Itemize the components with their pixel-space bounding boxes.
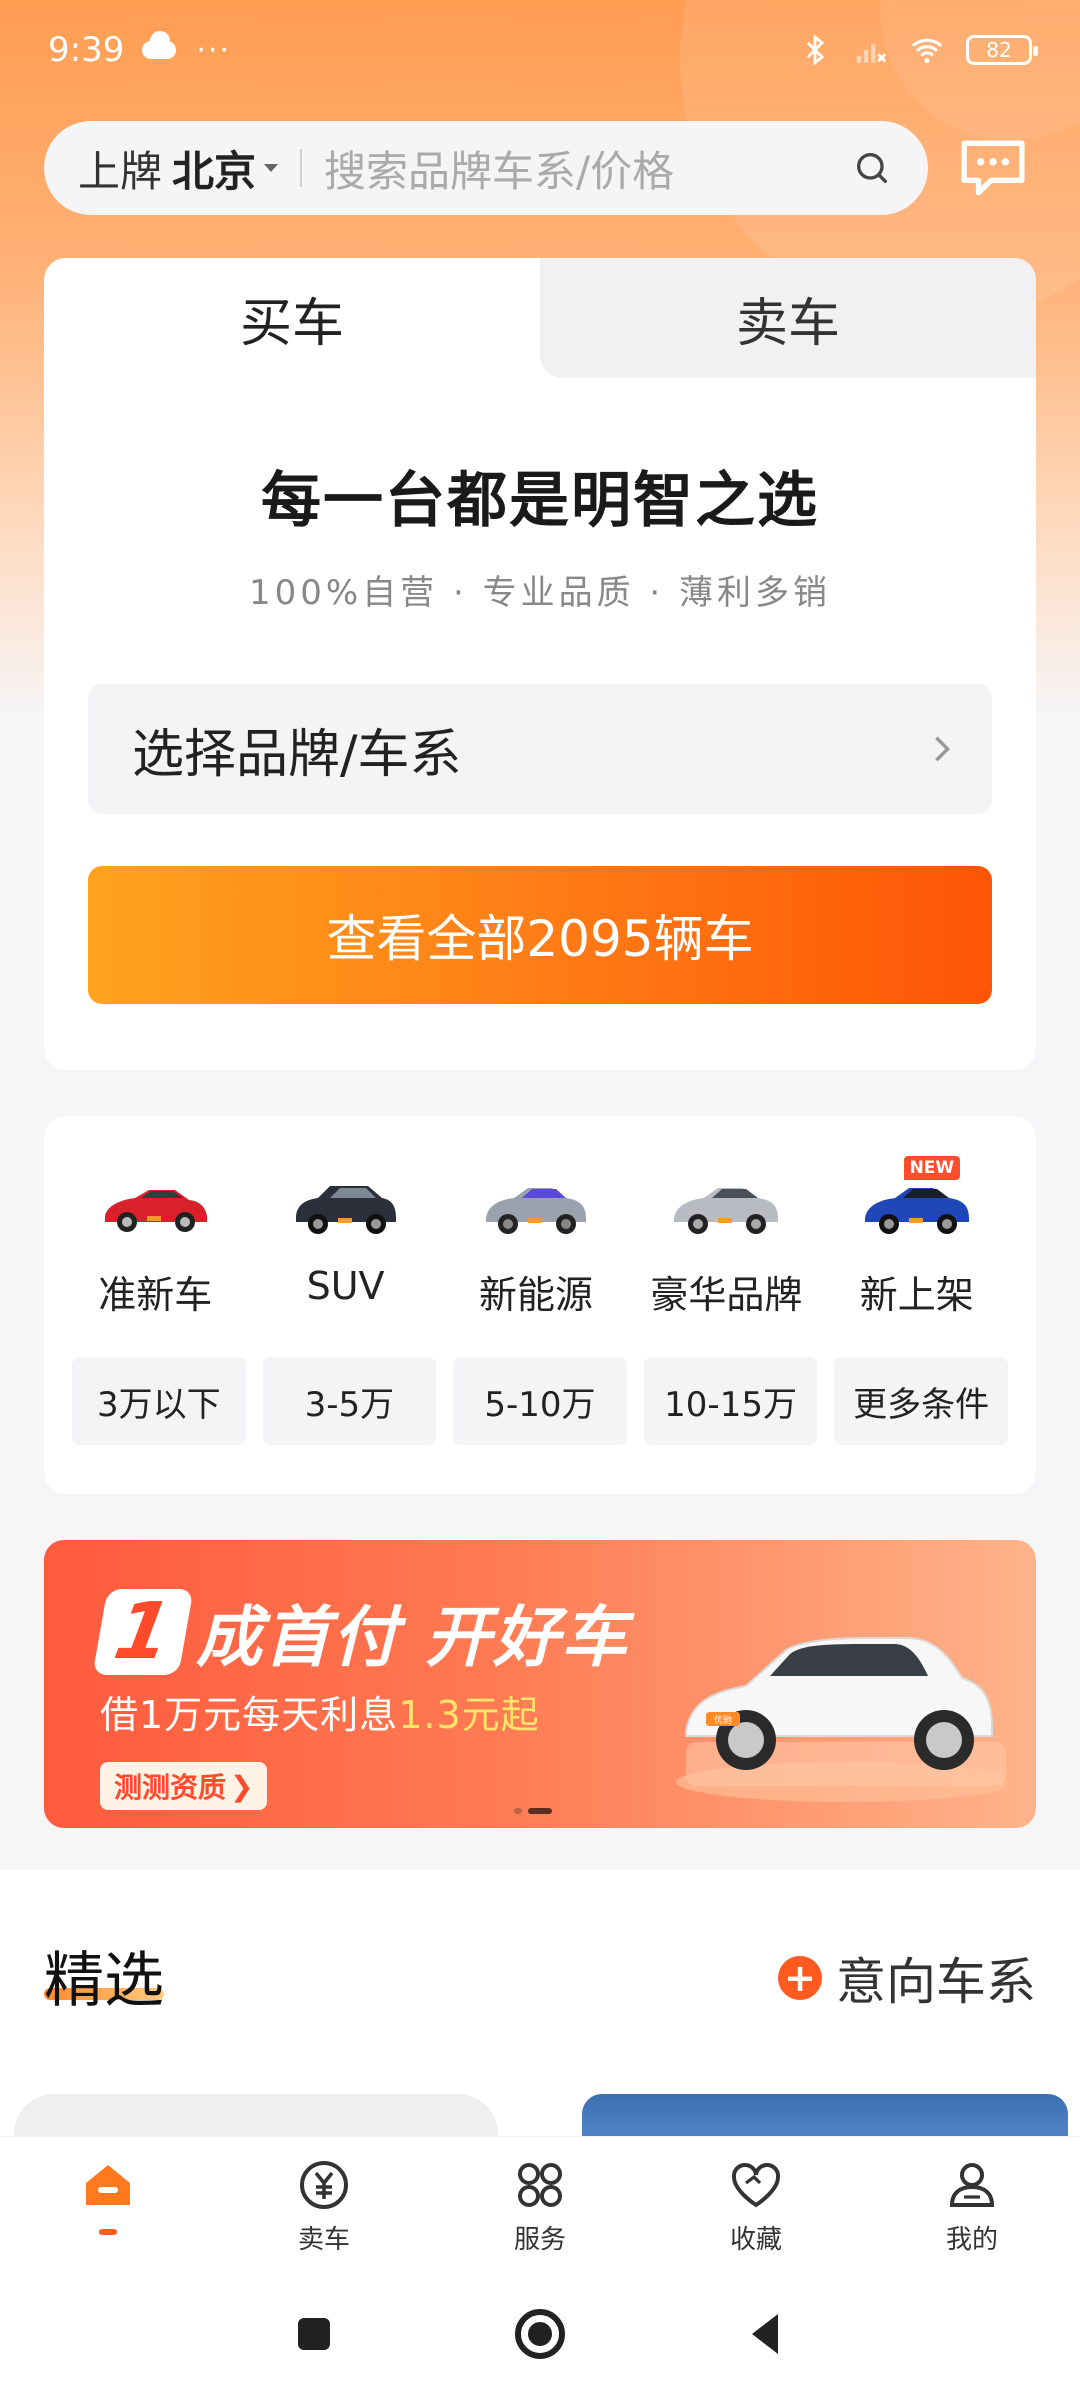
bottom-nav: 卖车 服务 收藏 我的 — [0, 2136, 1080, 2268]
system-nav-bar — [0, 2268, 1080, 2400]
buy-sell-tabs: 买车 卖车 — [44, 258, 1036, 378]
divider — [300, 149, 303, 187]
category-row: 准新车 SUV 新能源 豪华品牌 NEW 新上架 — [44, 1116, 1036, 1319]
banner-subtitle: 借1万元每天利息1.3元起 — [100, 1684, 540, 1739]
nav-label: 服务 — [513, 2225, 566, 2255]
services-icon — [518, 2163, 562, 2207]
category-card: 准新车 SUV 新能源 豪华品牌 NEW 新上架 3万以下 3-5万 5-10万… — [44, 1116, 1036, 1494]
sell-car-icon — [300, 2161, 348, 2209]
category-new-energy[interactable]: 新能源 — [441, 1156, 631, 1319]
profile-icon — [949, 2163, 995, 2207]
nav-profile[interactable]: 我的 — [864, 2137, 1080, 2268]
plus-icon: + — [778, 1956, 822, 2000]
status-icons: 82 — [798, 33, 1038, 67]
tab-buy-car[interactable]: 买车 — [44, 258, 540, 378]
category-label: 新能源 — [478, 1273, 593, 1317]
wifi-icon — [911, 38, 943, 64]
banner-number: 1 — [92, 1587, 194, 1677]
ev-car-icon — [485, 1188, 586, 1234]
price-filter-5-10w[interactable]: 5-10万 — [453, 1357, 627, 1445]
nav-favorites[interactable]: 收藏 — [648, 2137, 864, 2268]
intended-series-button[interactable]: + 意向车系 — [778, 1942, 1036, 2014]
chevron-right-icon — [935, 736, 951, 762]
favorite-icon — [731, 2162, 781, 2208]
new-listing-car-icon — [864, 1188, 969, 1234]
cloud-icon — [142, 31, 177, 59]
message-icon[interactable] — [958, 137, 1028, 199]
search-icon[interactable] — [852, 148, 892, 188]
promo-banner[interactable]: 1 成首付 开好车 借1万元每天利息1.3元起 测测资质 ❯ 优驰 — [44, 1540, 1036, 1828]
hero-subline: 100%自营 · 专业品质 · 薄利多销 — [248, 573, 832, 613]
home-system-icon[interactable] — [512, 2306, 568, 2362]
nav-services[interactable]: 服务 — [432, 2137, 648, 2268]
caret-down-icon[interactable] — [264, 164, 279, 172]
picks-title: 精选 — [44, 1946, 164, 2016]
category-suv[interactable]: SUV — [250, 1156, 440, 1319]
brand-series-selector[interactable]: 选择品牌/车系 — [88, 684, 992, 814]
new-badge: NEW — [903, 1156, 961, 1180]
nav-sell-car[interactable]: 卖车 — [216, 2137, 432, 2268]
category-label: 新上架 — [859, 1273, 974, 1317]
nav-label: 我的 — [945, 2225, 998, 2255]
price-filter-10-15w[interactable]: 10-15万 — [643, 1357, 818, 1445]
brand-select-label: 选择品牌/车系 — [132, 724, 462, 785]
view-all-cars-button[interactable]: 查看全部2095辆车 — [88, 866, 992, 1004]
category-near-new[interactable]: 准新车 — [60, 1156, 250, 1319]
check-eligibility-label: 测测资质 — [114, 1771, 227, 1804]
buy-sell-card: 买车 卖车 每一台都是明智之选 100%自营 · 专业品质 · 薄利多销 选择品… — [44, 258, 1036, 1070]
banner-sub-text: 借1万元每天利息 — [100, 1693, 399, 1737]
status-bar: 9:39 ··· 82 — [0, 0, 1080, 100]
more-notifications-icon: ··· — [196, 32, 231, 68]
nav-label: 收藏 — [729, 2225, 782, 2255]
category-label: 准新车 — [98, 1273, 213, 1317]
back-icon[interactable] — [738, 2306, 794, 2362]
carousel-dot — [514, 1808, 522, 1814]
intended-series-label: 意向车系 — [836, 1953, 1036, 2011]
picks-section: 精选 + 意向车系 — [0, 1870, 1080, 2154]
search-row: 上牌 北京 搜索品牌车系/价格 — [44, 120, 1036, 216]
luxury-car-icon — [674, 1188, 779, 1234]
category-label: SUV — [306, 1264, 385, 1308]
city-selector[interactable]: 北京 — [172, 138, 256, 199]
price-filter-row: 3万以下 3-5万 5-10万 10-15万 更多条件 — [44, 1319, 1036, 1445]
nav-home[interactable] — [0, 2137, 216, 2268]
status-time: 9:39 — [48, 30, 125, 70]
recent-apps-icon[interactable] — [286, 2306, 342, 2362]
white-hatchback-car-icon: 优驰 — [676, 1637, 1006, 1802]
bluetooth-icon — [806, 34, 825, 66]
nav-label: 卖车 — [297, 2225, 350, 2255]
category-luxury[interactable]: 豪华品牌 — [631, 1156, 821, 1319]
battery-icon: 82 — [966, 35, 1038, 65]
chevron-right-icon: ❯ — [230, 1769, 254, 1803]
check-eligibility-button[interactable]: 测测资质 ❯ — [100, 1762, 268, 1810]
carousel-dot-active — [528, 1808, 552, 1814]
price-filter-under-3w[interactable]: 3万以下 — [72, 1357, 246, 1445]
banner-headline: 成首付 开好车 — [196, 1599, 629, 1676]
more-filters-button[interactable]: 更多条件 — [834, 1357, 1008, 1445]
home-icon — [86, 2165, 130, 2205]
search-input[interactable]: 搜索品牌车系/价格 — [324, 138, 852, 199]
city-prefix: 上牌 — [78, 146, 163, 196]
active-indicator — [99, 2229, 117, 2235]
hero-headline: 每一台都是明智之选 — [261, 466, 819, 536]
category-label: 豪华品牌 — [650, 1273, 803, 1317]
banner-title: 1 成首付 开好车 — [92, 1584, 629, 1680]
search-bar[interactable]: 上牌 北京 搜索品牌车系/价格 — [44, 121, 928, 215]
category-new-listing[interactable]: NEW 新上架 — [822, 1156, 1012, 1319]
signal-icon — [856, 44, 887, 63]
banner-sub-highlight: 1.3元起 — [398, 1693, 540, 1737]
dark-suv-car-icon — [295, 1186, 396, 1234]
red-convertible-car-icon — [105, 1190, 208, 1232]
price-filter-3-5w[interactable]: 3-5万 — [262, 1357, 437, 1445]
carousel-indicator — [514, 1808, 552, 1814]
tab-sell-car[interactable]: 卖车 — [540, 258, 1036, 378]
plate-text: 优驰 — [714, 1714, 732, 1726]
